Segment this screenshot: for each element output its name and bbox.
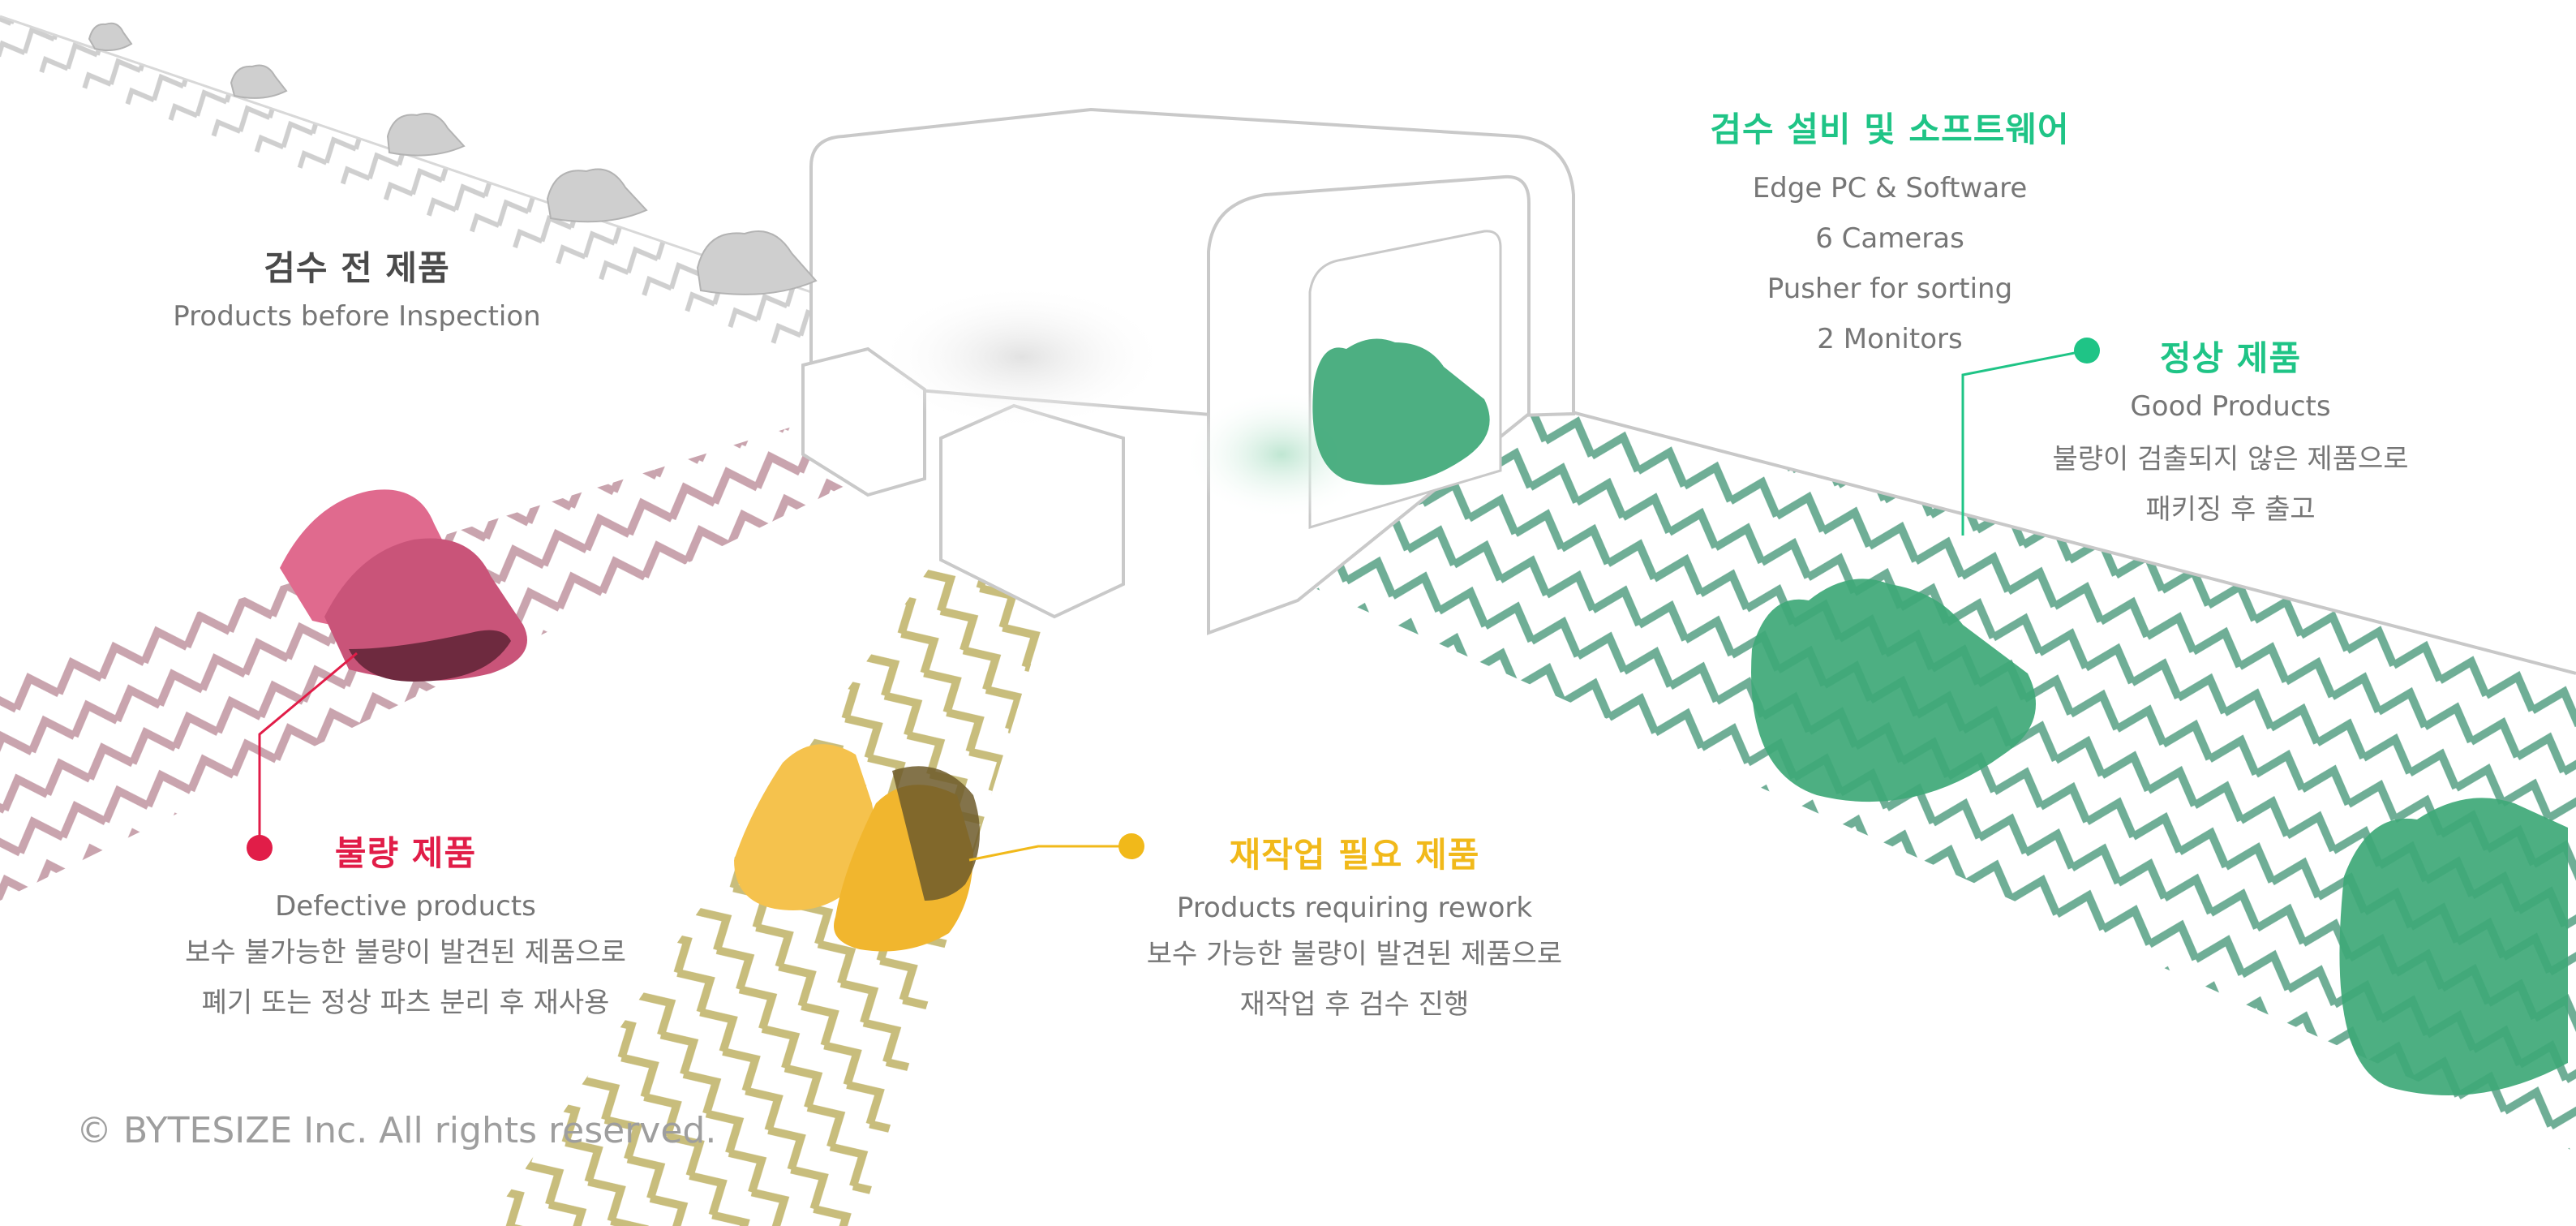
shoe-3: [386, 113, 466, 157]
shoe-2: [230, 64, 288, 99]
equipment-item: Pusher for sorting: [1767, 273, 2013, 305]
equipment-item: 6 Cameras: [1815, 222, 1964, 255]
rework-desc-line: 보수 가능한 불량이 발견된 제품으로: [1146, 938, 1563, 970]
before-label: 검수 전 제품 Products before Inspection: [162, 241, 552, 333]
rework-desc-line: 재작업 후 검수 진행: [1239, 988, 1470, 1021]
equipment-label: 검수 설비 및 소프트웨어 Edge PC & Software 6 Camer…: [1638, 102, 2141, 364]
defective-desc-line: 보수 불가능한 불량이 발견된 제품으로: [185, 936, 626, 969]
before-subtitle: Products before Inspection: [173, 300, 541, 333]
before-title: 검수 전 제품: [264, 248, 450, 288]
inspection-line-diagram: [0, 15, 2576, 1226]
shoe-5: [696, 230, 818, 295]
copyright-text: © BYTESIZE Inc. All rights reserved.: [76, 1110, 717, 1151]
defective-label: 불량 제품 Defective products 보수 불가능한 불량이 발견된…: [154, 826, 657, 1028]
defective-subtitle: Defective products: [275, 890, 536, 923]
good-subtitle: Good Products: [2130, 390, 2331, 423]
shoe-1: [88, 22, 133, 51]
good-desc-line: 패키징 후 출고: [2145, 493, 2316, 526]
defective-desc-line: 폐기 또는 정상 파츠 분리 후 재사용: [201, 987, 610, 1019]
rework-title: 재작업 필요 제품: [1229, 835, 1480, 875]
shoe-4: [546, 168, 648, 223]
defective-description: 보수 불가능한 불량이 발견된 제품으로 폐기 또는 정상 파츠 분리 후 재사…: [154, 927, 657, 1028]
good-description: 불량이 검출되지 않은 제품으로 패키징 후 출고: [1987, 434, 2474, 535]
good-desc-line: 불량이 검출되지 않은 제품으로: [2052, 443, 2409, 475]
rework-description: 보수 가능한 불량이 발견된 제품으로 재작업 후 검수 진행: [1095, 929, 1614, 1030]
rework-label: 재작업 필요 제품 Products requiring rework 보수 가…: [1095, 828, 1614, 1030]
defective-title: 불량 제품: [334, 833, 477, 873]
good-title: 정상 제품: [2159, 338, 2302, 378]
rework-subtitle: Products requiring rework: [1176, 892, 1533, 924]
equipment-title: 검수 설비 및 소프트웨어: [1710, 110, 2070, 149]
equipment-item: Edge PC & Software: [1752, 172, 2028, 204]
tunnel-fog: [876, 284, 1168, 430]
good-label: 정상 제품 Good Products 불량이 검출되지 않은 제품으로 패키징…: [1987, 331, 2474, 535]
